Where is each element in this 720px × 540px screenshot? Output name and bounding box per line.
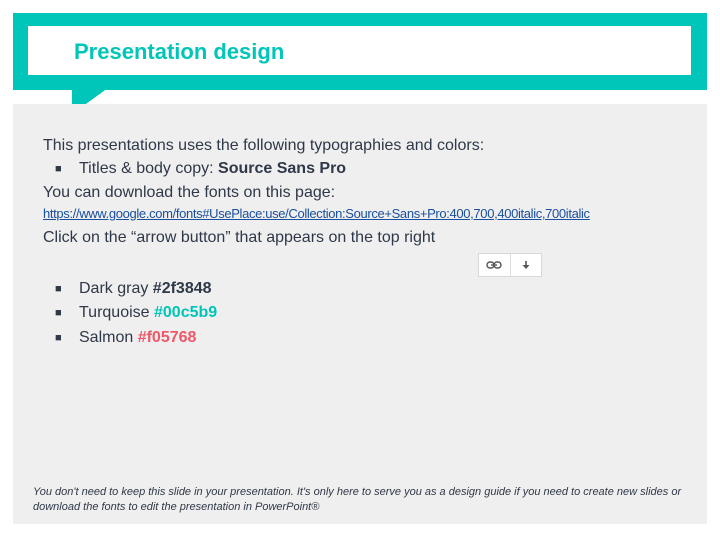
bullet-marker: ■ <box>55 307 62 319</box>
color-hex: #f05768 <box>137 329 197 346</box>
download-text: You can download the fonts on this page: <box>43 184 336 201</box>
bullet-marker: ■ <box>55 332 62 344</box>
color-item-dark-gray: Dark gray #2f3848 <box>79 279 212 299</box>
link-icon[interactable] <box>479 254 510 276</box>
color-item-salmon: Salmon #f05768 <box>79 328 196 348</box>
slide-title: Presentation design <box>74 39 285 64</box>
arrow-instruction: Click on the “arrow button” that appears… <box>43 229 436 246</box>
color-item-turquoise: Turquoise #00c5b9 <box>79 303 217 323</box>
fonts-bullet: Titles & body copy: Source Sans Pro <box>79 159 346 179</box>
font-download-link[interactable]: https://www.google.com/fonts#UsePlace:us… <box>43 205 590 223</box>
fonts-label: Titles & body copy: <box>79 160 219 177</box>
link-toolbar <box>478 253 542 277</box>
fonts-value: Source Sans Pro <box>218 160 347 177</box>
link-icon-glyph <box>486 261 502 269</box>
color-hex: #00c5b9 <box>154 304 218 321</box>
intro-line: This presentations uses the following ty… <box>43 137 485 154</box>
bullet-marker: ■ <box>55 283 62 295</box>
color-label: Salmon <box>79 329 138 346</box>
download-arrow-glyph <box>522 261 530 269</box>
bullet-marker: ■ <box>55 163 62 175</box>
download-arrow-icon[interactable] <box>509 254 542 276</box>
footnote: You don't need to keep this slide in you… <box>33 486 682 513</box>
color-hex: #2f3848 <box>152 280 212 297</box>
color-label: Dark gray <box>79 280 153 297</box>
color-label: Turquoise <box>79 304 154 321</box>
slide: Presentation design This presentations u… <box>0 0 720 540</box>
